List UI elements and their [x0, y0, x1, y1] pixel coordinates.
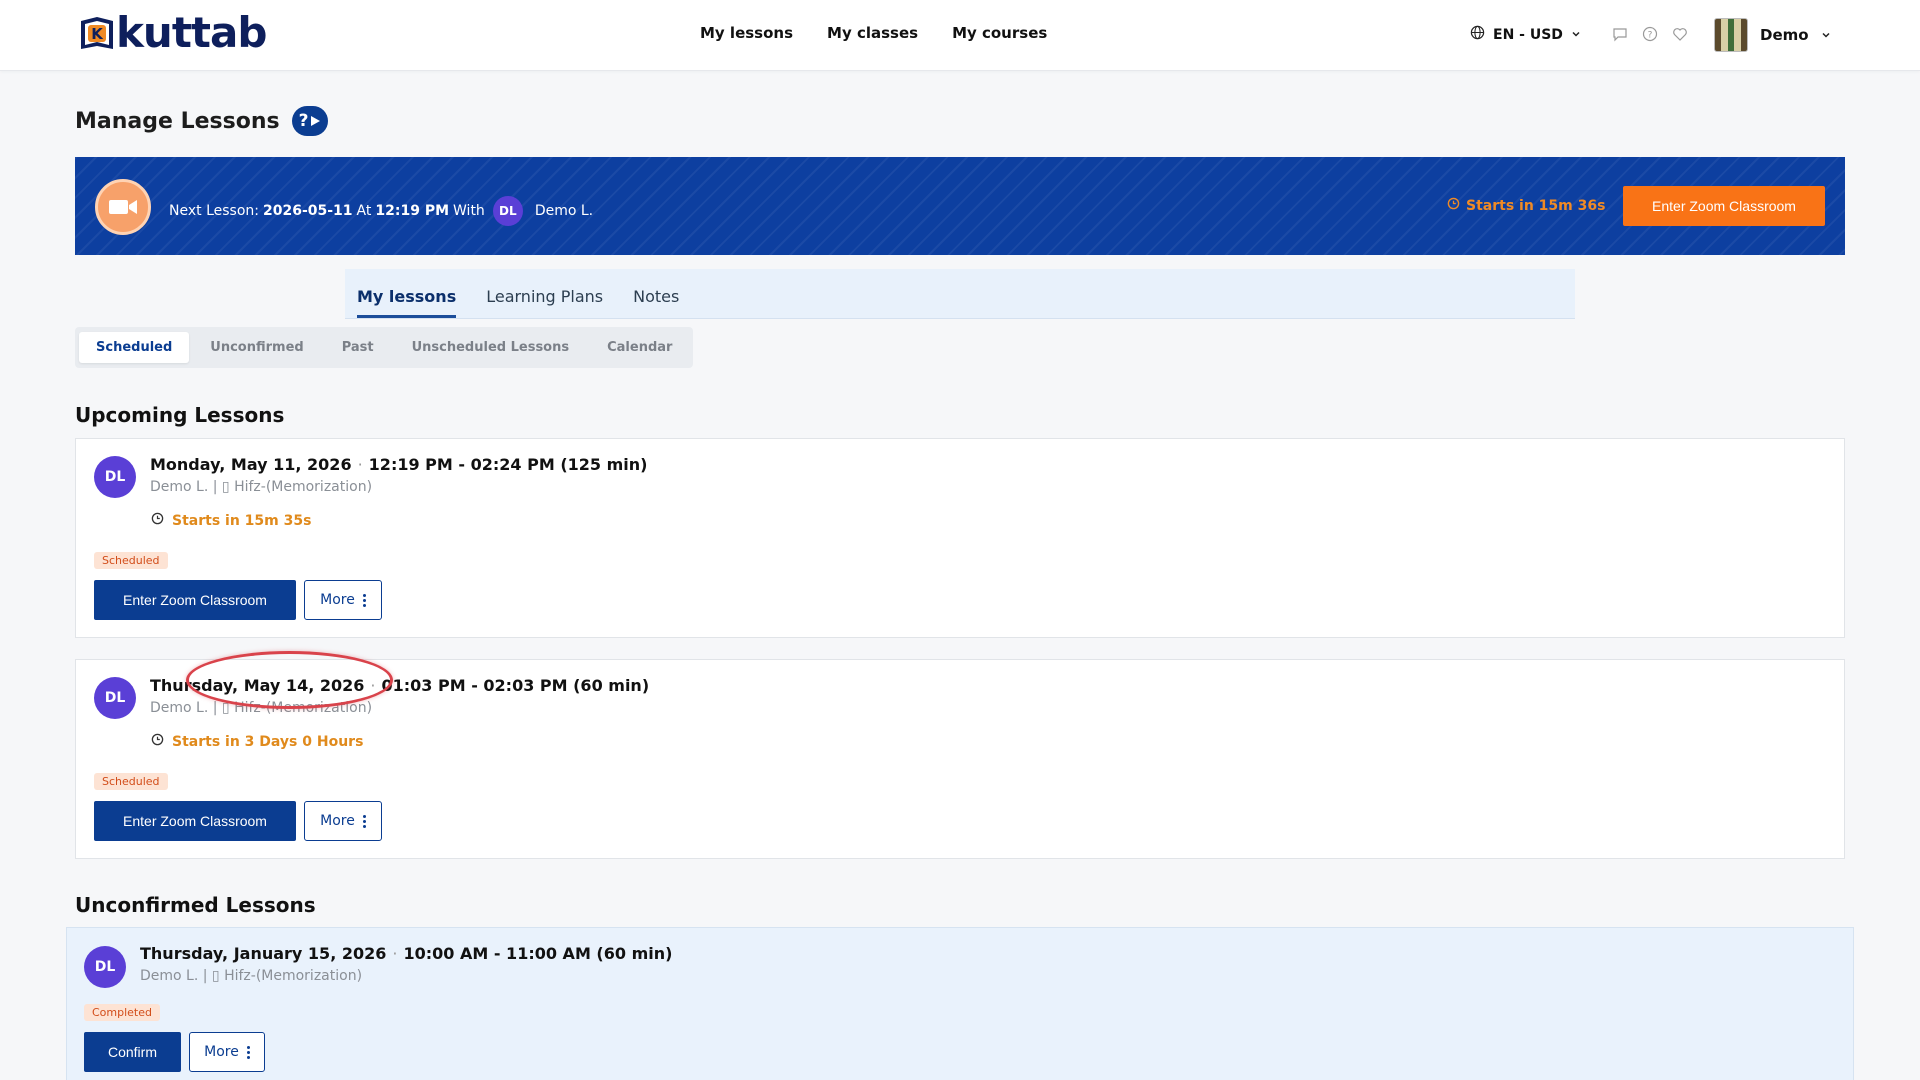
separator-dot: · — [357, 455, 363, 474]
countdown-text: Starts in 15m 35s — [172, 512, 312, 529]
help-label: ? — [298, 111, 309, 131]
tab-notes[interactable]: Notes — [633, 287, 679, 318]
lesson-subtitle: Demo L. | ▯ Hifz-(Memorization) — [150, 479, 373, 495]
teacher-avatar: DL — [84, 946, 126, 988]
clock-icon — [151, 512, 164, 529]
next-lesson-with: With — [453, 203, 485, 219]
teacher-name: Demo L. — [534, 203, 594, 219]
kebab-menu-icon — [246, 1045, 250, 1059]
user-name: Demo — [1760, 26, 1809, 44]
kebab-menu-icon — [362, 814, 366, 828]
lesson-datetime: Thursday, January 15, 2026 · 10:00 AM - 11… — [140, 944, 672, 963]
lesson-card: DL Monday, May 11, 2026 · 12:19 PM - 02:24… — [75, 438, 1845, 638]
top-header: K kuttab My lessons My classes My course… — [0, 0, 1920, 71]
lang-label: EN - USD — [1493, 26, 1563, 43]
chevron-down-icon — [1571, 27, 1581, 43]
subtab-calendar[interactable]: Calendar — [590, 332, 689, 363]
user-avatar — [1714, 18, 1748, 52]
enter-zoom-button[interactable]: Enter Zoom Classroom — [94, 801, 296, 841]
separator-dot: · — [392, 944, 398, 963]
language-currency-selector[interactable]: EN - USD — [1470, 25, 1581, 44]
next-lesson-time: 12:19 PM — [375, 203, 450, 219]
header-icons: ? — [1612, 26, 1688, 42]
svg-text:?: ? — [1648, 31, 1653, 41]
lesson-date: Thursday, May 14, 2026 — [150, 676, 365, 695]
confirm-button[interactable]: Confirm — [84, 1032, 181, 1072]
next-lesson-at: At — [356, 203, 372, 219]
nav-my-classes[interactable]: My classes — [827, 24, 918, 42]
chevron-down-icon — [1821, 26, 1831, 44]
kebab-menu-icon — [362, 593, 366, 607]
more-label: More — [320, 592, 355, 608]
teacher-avatar: DL — [94, 456, 136, 498]
teacher-avatar: DL — [94, 677, 136, 719]
user-menu[interactable]: Demo — [1714, 18, 1831, 52]
more-label: More — [204, 1044, 239, 1060]
subtab-unconfirmed[interactable]: Unconfirmed — [193, 332, 320, 363]
book-logo-icon: K — [78, 13, 116, 53]
heart-icon[interactable] — [1672, 26, 1688, 42]
subtab-unscheduled[interactable]: Unscheduled Lessons — [395, 332, 587, 363]
page-title-row: Manage Lessons ? — [75, 106, 328, 136]
lesson-subtitle: Demo L. | ▯ Hifz-(Memorization) — [150, 700, 373, 716]
svg-text:K: K — [91, 25, 104, 43]
tab-learning-plans[interactable]: Learning Plans — [486, 287, 603, 318]
next-lesson-text: Next Lesson: 2026-05-11 At 12:19 PM With… — [169, 196, 593, 226]
nav-my-lessons[interactable]: My lessons — [700, 24, 793, 42]
enter-zoom-button[interactable]: Enter Zoom Classroom — [94, 580, 296, 620]
clock-icon — [151, 733, 164, 750]
more-button[interactable]: More — [304, 801, 382, 841]
help-video-icon[interactable]: ? — [291, 106, 328, 136]
next-lesson-prefix: Next Lesson: — [169, 203, 259, 219]
main-nav: My lessons My classes My courses — [700, 24, 1047, 42]
status-badge: Completed — [84, 1004, 160, 1021]
logo-text: kuttab — [116, 8, 267, 57]
more-button[interactable]: More — [189, 1032, 265, 1072]
lesson-date: Thursday, January 15, 2026 — [140, 944, 387, 963]
lesson-card: DL Thursday, May 14, 2026 · 01:03 PM - 02:… — [75, 659, 1845, 859]
lesson-card: DL Thursday, January 15, 2026 · 10:00 AM -… — [66, 927, 1854, 1080]
more-button[interactable]: More — [304, 580, 382, 620]
next-lesson-date: 2026-05-11 — [262, 203, 353, 219]
next-lesson-banner: Next Lesson: 2026-05-11 At 12:19 PM With… — [75, 157, 1845, 255]
banner-starts-text: Starts in 15m 36s — [1466, 197, 1606, 214]
globe-icon — [1470, 25, 1485, 44]
unconfirmed-lessons-heading: Unconfirmed Lessons — [75, 893, 316, 917]
status-badge: Scheduled — [94, 552, 168, 569]
banner-countdown: Starts in 15m 36s — [1447, 197, 1605, 214]
clock-icon — [1447, 197, 1460, 214]
lesson-date: Monday, May 11, 2026 — [150, 455, 352, 474]
teacher-avatar: DL — [492, 196, 523, 226]
lesson-countdown: Starts in 15m 35s — [151, 512, 311, 529]
enter-zoom-button[interactable]: Enter Zoom Classroom — [1623, 186, 1825, 226]
lesson-datetime: Monday, May 11, 2026 · 12:19 PM - 02:24 PM… — [150, 455, 647, 474]
lesson-filter-tabs: Scheduled Unconfirmed Past Unscheduled L… — [75, 327, 694, 368]
more-label: More — [320, 813, 355, 829]
upcoming-lessons-heading: Upcoming Lessons — [75, 403, 285, 427]
lesson-datetime: Thursday, May 14, 2026 · 01:03 PM - 02:03 … — [150, 676, 649, 695]
help-circle-icon[interactable]: ? — [1642, 26, 1658, 42]
status-badge: Scheduled — [94, 773, 168, 790]
subtab-scheduled[interactable]: Scheduled — [79, 332, 190, 363]
subtab-past[interactable]: Past — [325, 332, 391, 363]
main-tabs: My lessons Learning Plans Notes — [345, 269, 1575, 319]
video-camera-icon — [95, 179, 151, 235]
page-title: Manage Lessons — [75, 108, 280, 134]
lesson-time: 10:00 AM - 11:00 AM (60 min) — [403, 944, 673, 963]
kuttab-logo[interactable]: K kuttab — [78, 8, 267, 57]
lesson-time: 01:03 PM - 02:03 PM (60 min) — [381, 676, 650, 695]
tab-my-lessons[interactable]: My lessons — [357, 287, 457, 318]
nav-my-courses[interactable]: My courses — [952, 24, 1047, 42]
separator-dot: · — [370, 676, 376, 695]
lesson-time: 12:19 PM - 02:24 PM (125 min) — [368, 455, 648, 474]
countdown-text: Starts in 3 Days 0 Hours — [172, 733, 364, 750]
chat-icon[interactable] — [1612, 26, 1628, 42]
lesson-subtitle: Demo L. | ▯ Hifz-(Memorization) — [140, 968, 363, 984]
lesson-countdown: Starts in 3 Days 0 Hours — [151, 733, 363, 750]
